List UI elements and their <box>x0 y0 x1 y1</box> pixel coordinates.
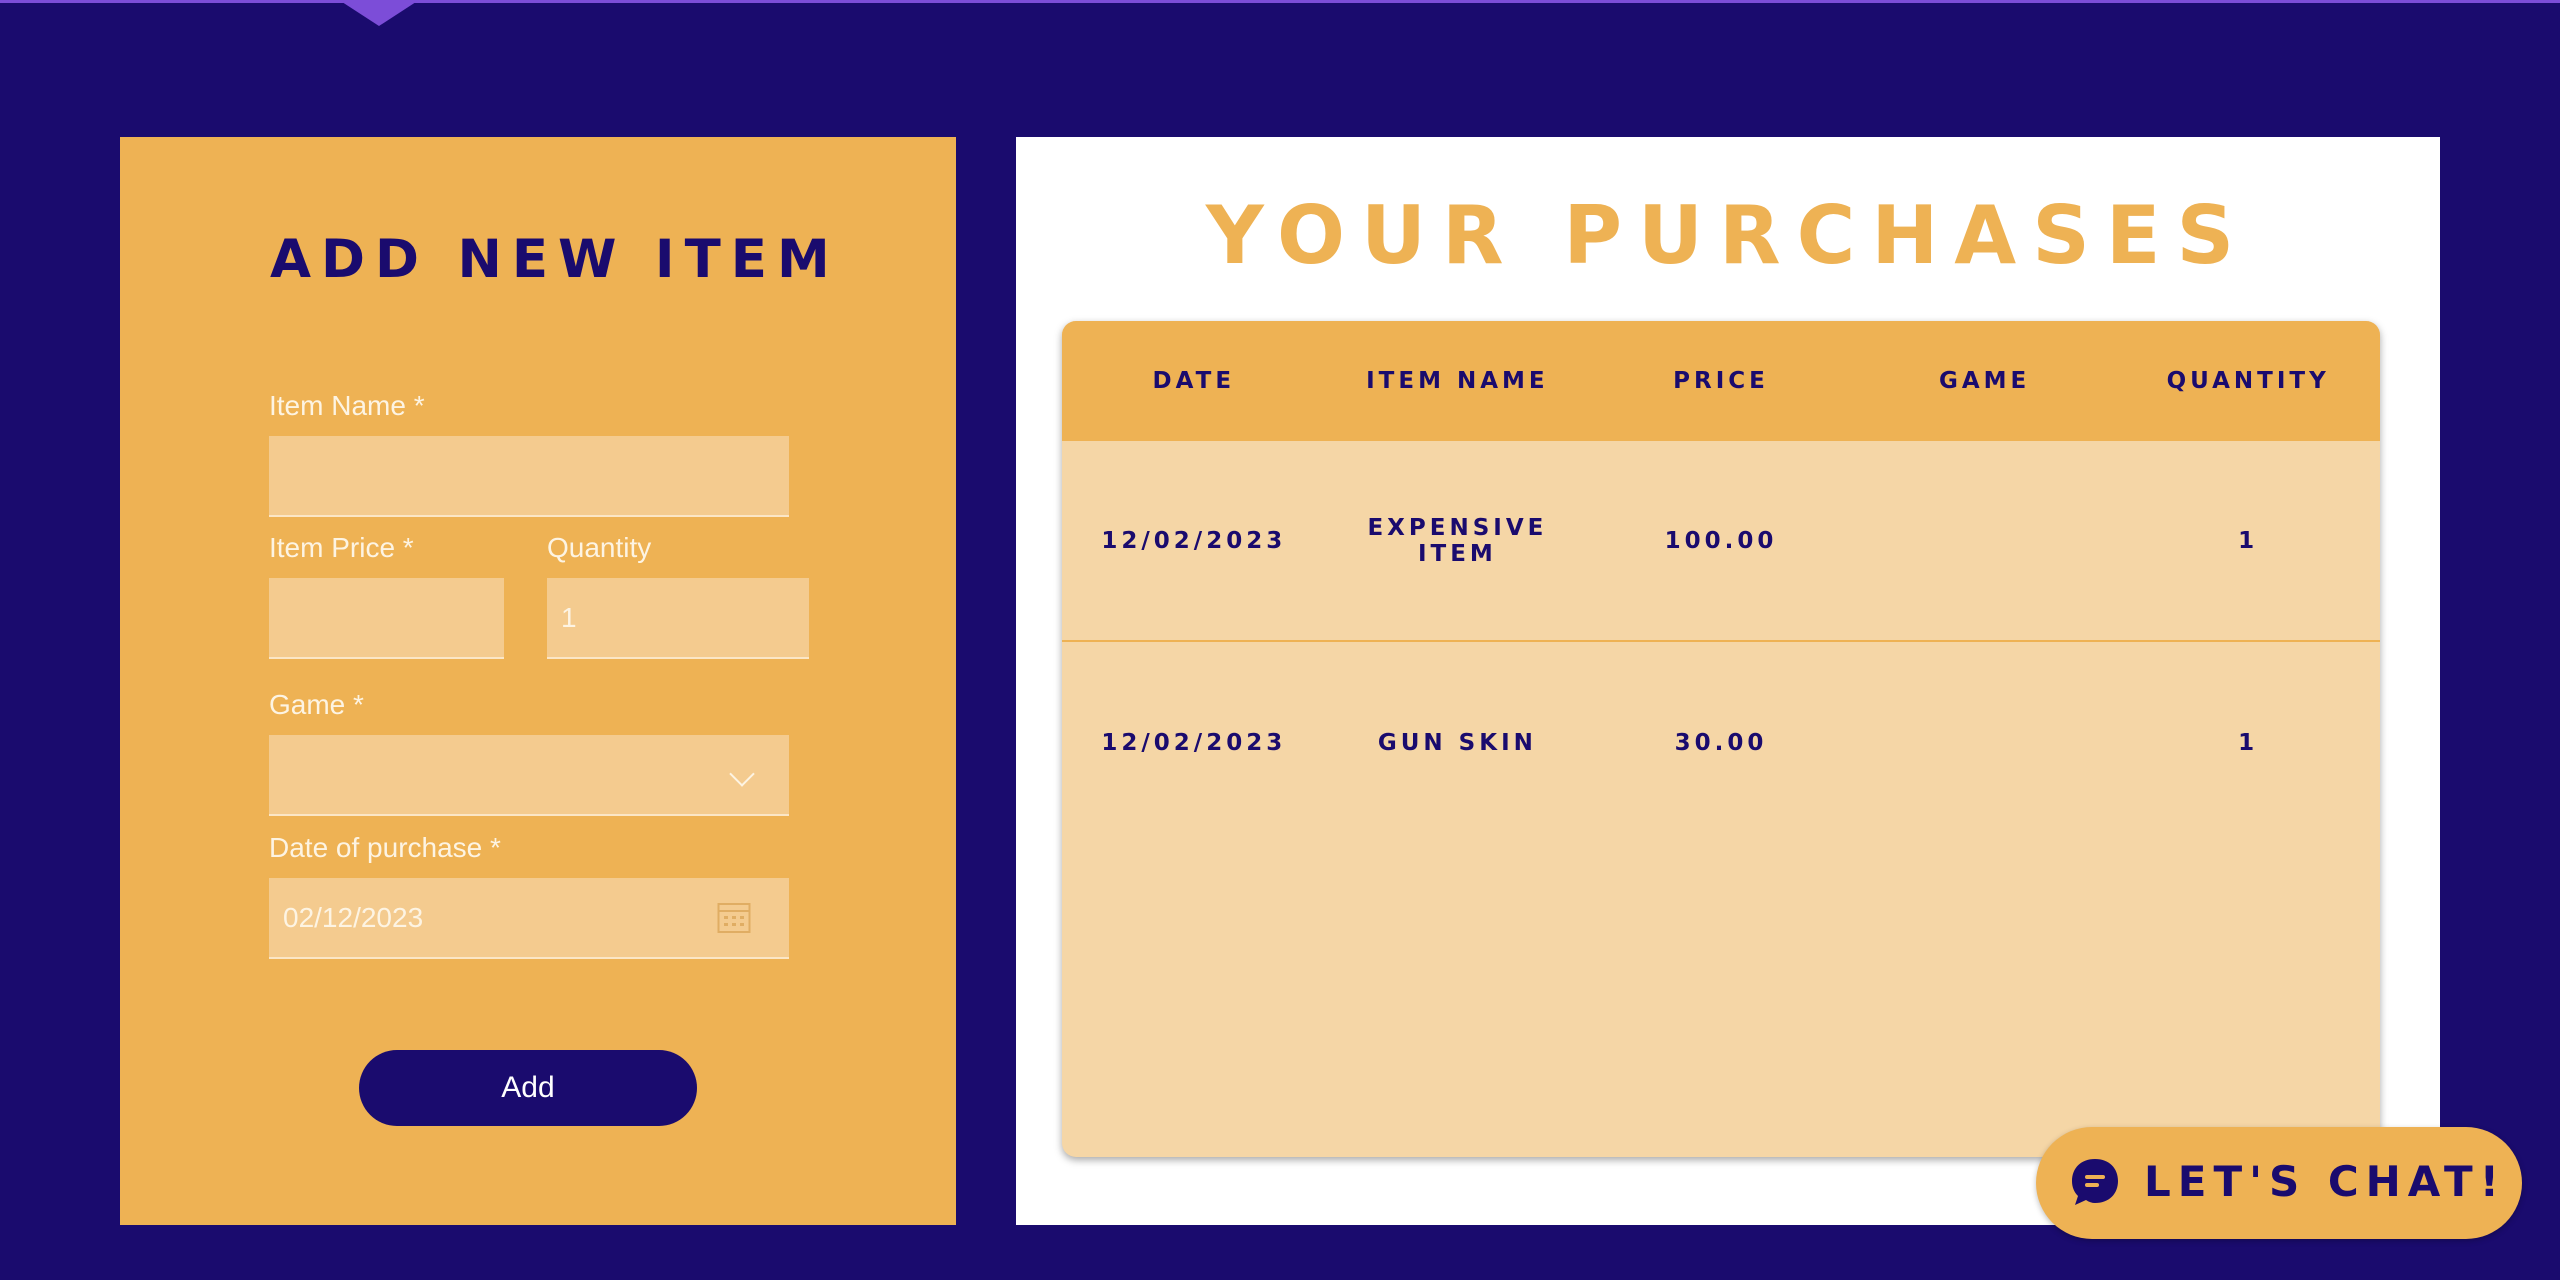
cell-game <box>1853 643 2117 843</box>
column-header-item-name[interactable]: ITEM NAME <box>1326 321 1590 441</box>
game-select[interactable] <box>269 735 789 816</box>
add-item-title: ADD NEW ITEM <box>270 229 840 290</box>
item-name-label: Item Name * <box>269 390 425 421</box>
table-header: DATE ITEM NAME PRICE GAME QUANTITY <box>1062 321 2380 441</box>
cell-item-name: EXPENSIVE ITEM <box>1367 514 1548 567</box>
date-value: 02/12/2023 <box>283 901 424 933</box>
table-row[interactable]: 12/02/2023 GUN SKIN 30.00 1 <box>1062 643 2380 843</box>
date-input[interactable]: 02/12/2023 <box>269 878 789 959</box>
game-label: Game * <box>269 689 364 720</box>
column-header-price[interactable]: PRICE <box>1589 321 1853 441</box>
lets-chat-label: LET'S CHAT! <box>2144 1157 2506 1206</box>
column-header-game[interactable]: GAME <box>1853 321 2117 441</box>
add-button[interactable]: Add <box>359 1050 697 1126</box>
item-price-input[interactable] <box>269 578 504 659</box>
item-name-input[interactable] <box>269 436 789 517</box>
quantity-input[interactable]: 1 <box>547 578 809 659</box>
item-price-label: Item Price * <box>269 532 414 563</box>
purchases-title: YOUR PURCHASES <box>1205 189 2251 282</box>
table-row[interactable]: 12/02/2023 EXPENSIVE ITEM 100.00 1 <box>1062 441 2380 642</box>
top-notch-indicator <box>339 0 419 26</box>
column-header-date[interactable]: DATE <box>1062 321 1326 441</box>
cell-price: 100.00 <box>1664 527 1778 554</box>
cell-date: 12/02/2023 <box>1101 730 1287 756</box>
column-header-quantity[interactable]: QUANTITY <box>2116 321 2380 441</box>
chevron-down-icon <box>729 761 755 787</box>
cell-quantity: 1 <box>2238 730 2259 756</box>
quantity-label: Quantity <box>547 532 652 563</box>
calendar-icon[interactable] <box>717 902 751 934</box>
lets-chat-button[interactable]: LET'S CHAT! <box>2036 1127 2522 1239</box>
cell-game <box>1853 441 2117 640</box>
add-item-panel: ADD NEW ITEM Item Name * Item Price * Qu… <box>120 137 956 1225</box>
cell-item-name: GUN SKIN <box>1377 730 1537 756</box>
chat-bubble-icon <box>2072 1159 2118 1205</box>
purchases-panel: YOUR PURCHASES DATE ITEM NAME PRICE GAME… <box>1016 137 2440 1225</box>
cell-quantity: 1 <box>2238 527 2259 554</box>
cell-date: 12/02/2023 <box>1101 527 1287 554</box>
date-label: Date of purchase * <box>269 832 501 863</box>
purchases-table: DATE ITEM NAME PRICE GAME QUANTITY 12/02… <box>1062 321 2380 1157</box>
cell-price: 30.00 <box>1674 730 1768 756</box>
